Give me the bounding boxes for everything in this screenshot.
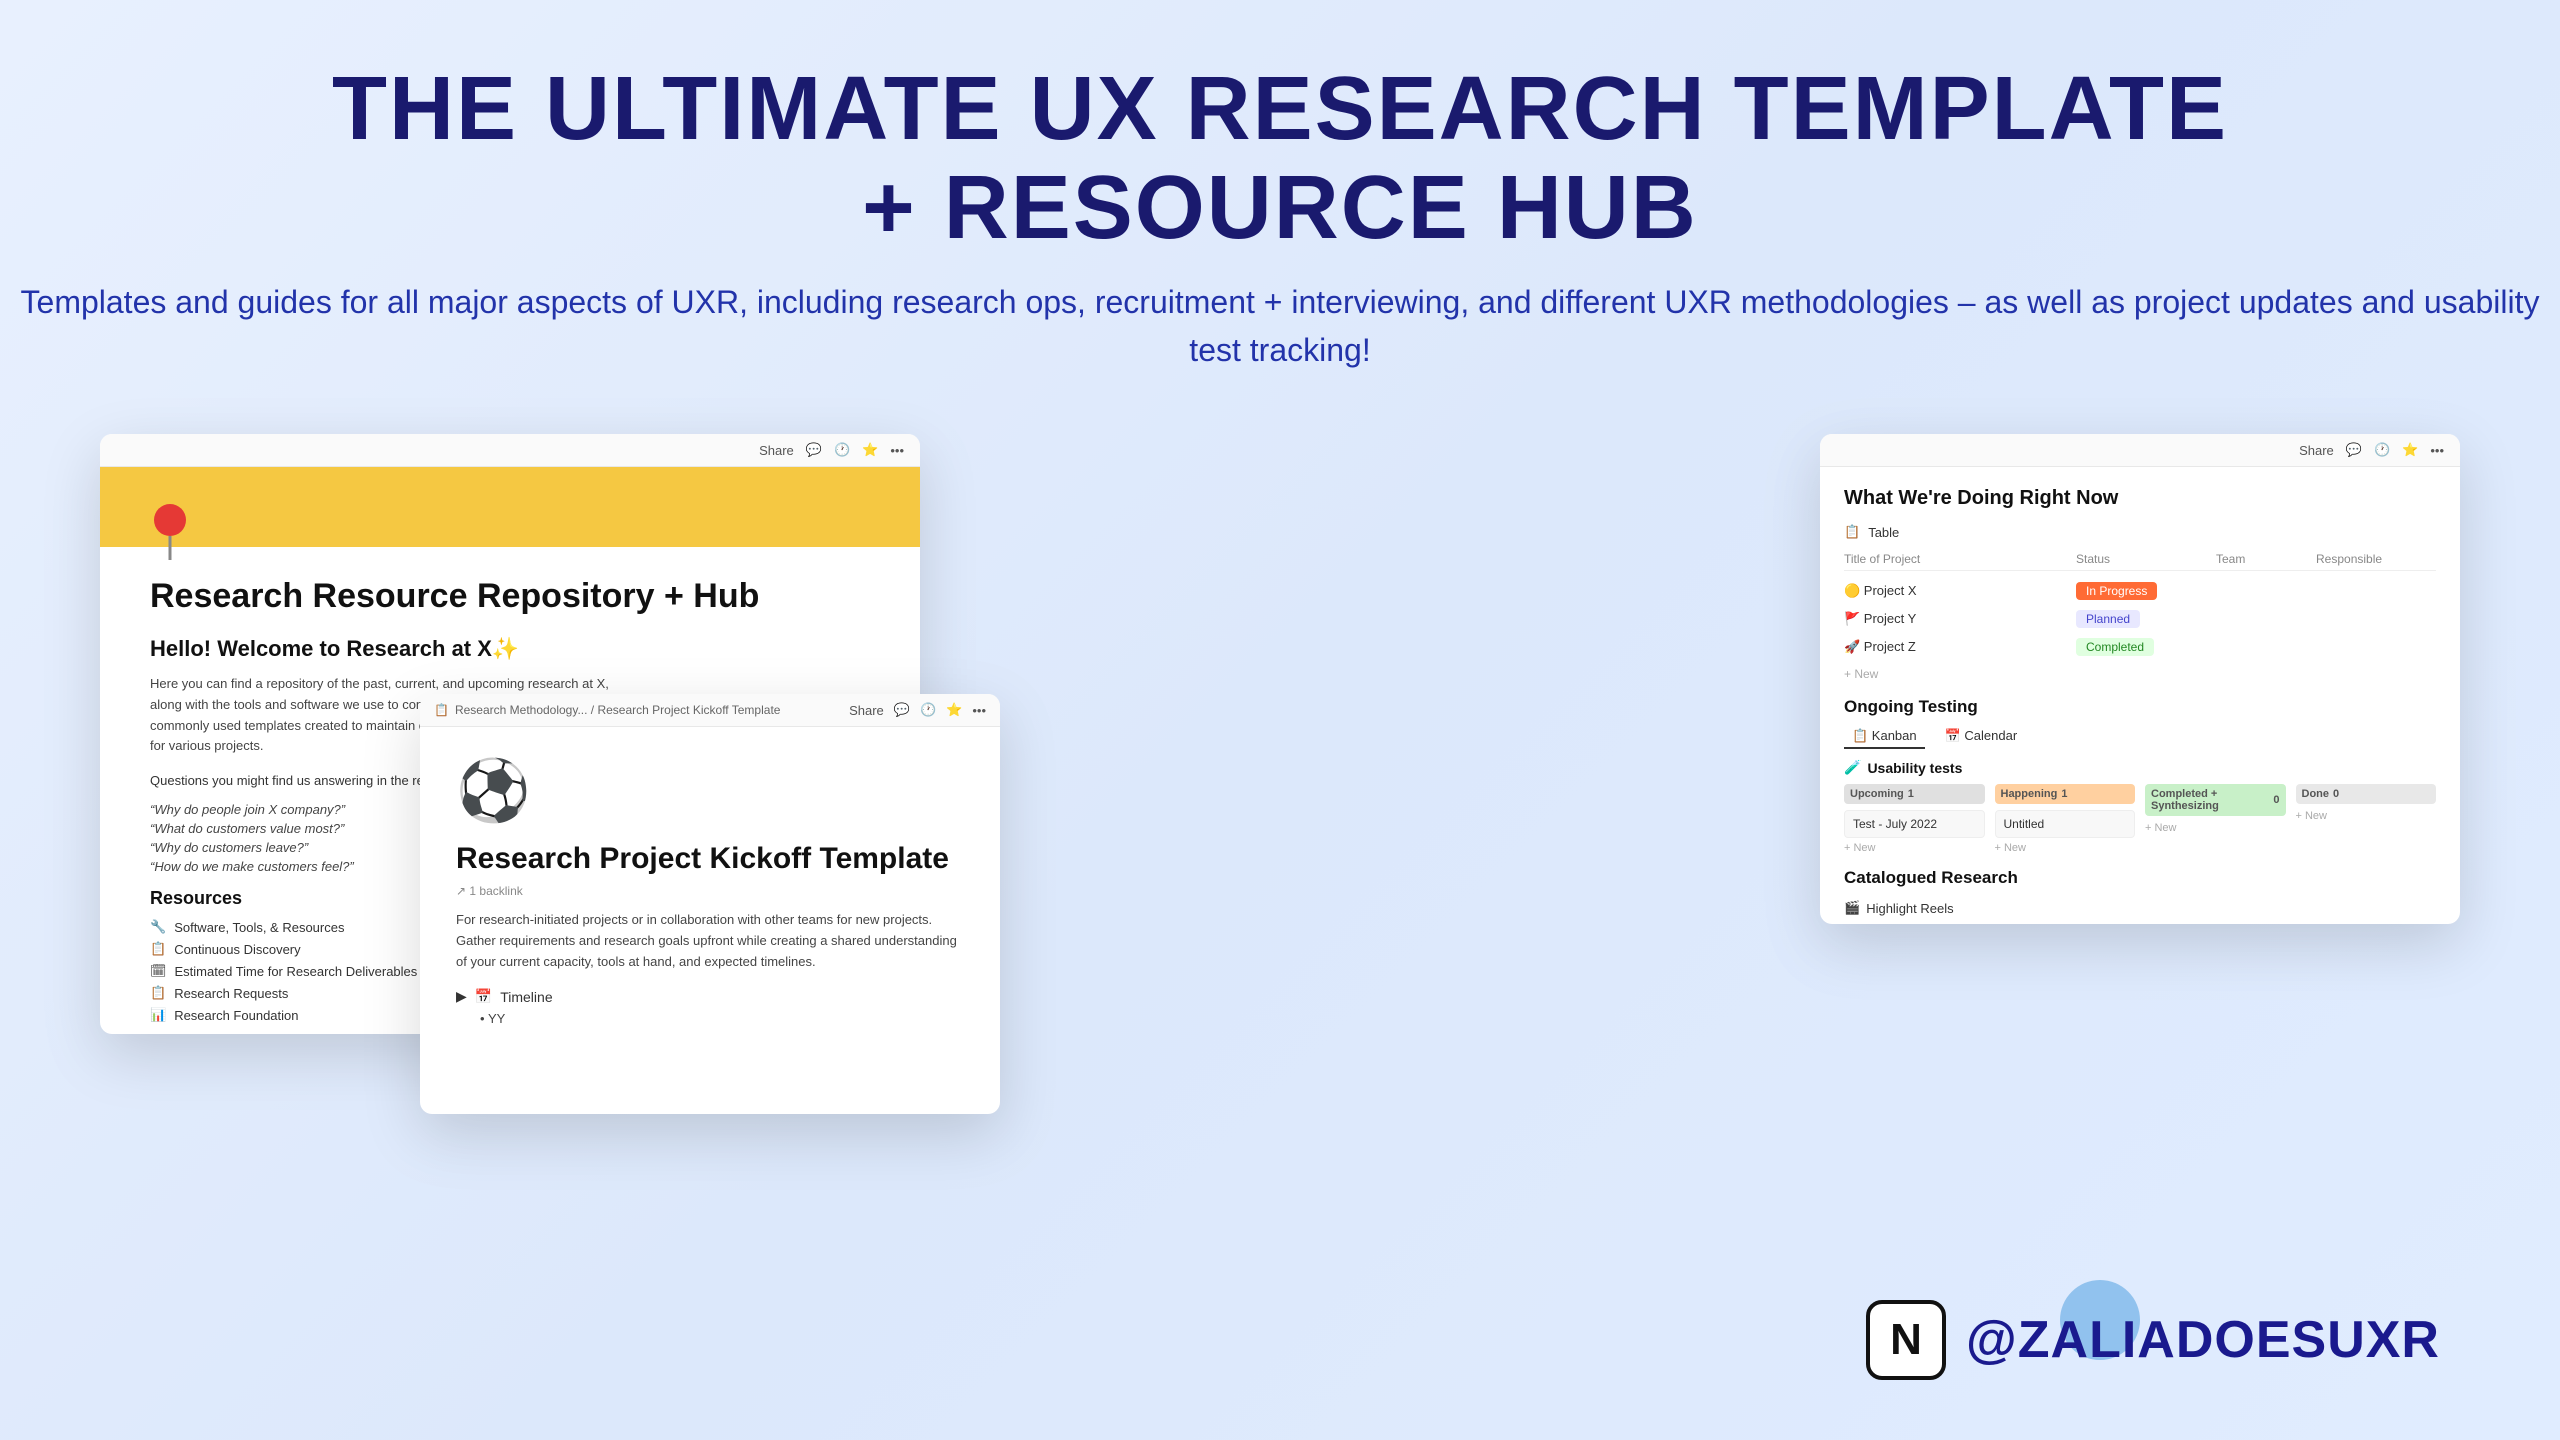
row1-title: 🟡 Project X: [1844, 583, 2076, 599]
win3-star-icon[interactable]: ⭐: [2402, 442, 2418, 458]
calendar-icon: 📅: [475, 988, 492, 1005]
tab-calendar[interactable]: 📅 Calendar: [1937, 725, 2026, 749]
win2-body: ⚽ Research Project Kickoff Template ↗ 1 …: [420, 727, 1000, 1046]
win1-pin: [150, 502, 190, 567]
win3-clock-icon[interactable]: 🕐: [2374, 442, 2390, 458]
kanban-add-synthesizing[interactable]: + New: [2145, 822, 2286, 834]
win3-section2-title: Ongoing Testing: [1844, 697, 2436, 717]
col-title: Title of Project: [1844, 552, 2076, 566]
win2-timeline: ▶ 📅 Timeline: [456, 988, 964, 1005]
win3-table-header: 📋 Table: [1844, 524, 2436, 540]
share-button[interactable]: Share: [759, 443, 794, 458]
branding: N @ZALIADOESUXR: [1866, 1300, 2440, 1380]
win2-breadcrumb: 📋 Research Methodology... / Research Pro…: [434, 703, 780, 717]
win2-toolbar: 📋 Research Methodology... / Research Pro…: [420, 694, 1000, 727]
cards-container: Share 💬 🕐 ⭐ ••• Research Resource Reposi…: [0, 414, 2560, 1054]
win2-backlink[interactable]: ↗ 1 backlink: [456, 884, 964, 898]
table-row[interactable]: 🟡 Project X In Progress: [1844, 577, 2436, 605]
col-status: Status: [2076, 552, 2216, 566]
soccer-ball-emoji: ⚽: [456, 755, 964, 826]
win3-share-button[interactable]: Share: [2299, 443, 2334, 458]
col-responsible: Responsible: [2316, 552, 2436, 566]
kanban-col-happening: Happening 1 Untitled + New: [1995, 784, 2136, 854]
kanban-header-synthesizing: Completed + Synthesizing 0: [2145, 784, 2286, 816]
table-row[interactable]: 🚩 Project Y Planned: [1844, 605, 2436, 633]
tab-kanban[interactable]: 📋 Kanban: [1844, 725, 1925, 749]
kanban-header-happening: Happening 1: [1995, 784, 2136, 804]
win3-toolbar: Share 💬 🕐 ⭐ •••: [1820, 434, 2460, 467]
win3-section1-title: What We're Doing Right Now: [1844, 487, 2436, 510]
clock-icon[interactable]: 🕐: [834, 442, 850, 458]
notion-logo: N: [1866, 1300, 1946, 1380]
win3-comment-icon[interactable]: 💬: [2346, 442, 2362, 458]
row1-status: In Progress: [2076, 582, 2157, 600]
row3-title: 🚀 Project Z: [1844, 639, 2076, 655]
table-icon: 📋: [1844, 524, 1860, 540]
kanban-add-happening[interactable]: + New: [1995, 842, 2136, 854]
timeline-item: • YY: [480, 1011, 964, 1026]
header: THE ULTIMATE UX RESEARCH TEMPLATE + RESO…: [0, 0, 2560, 414]
win3-usability-title: 🧪 Usability tests: [1844, 759, 2436, 776]
win3-more-icon[interactable]: •••: [2430, 443, 2444, 458]
kanban-add-done[interactable]: + New: [2296, 810, 2437, 822]
col-team: Team: [2216, 552, 2316, 566]
kanban-card-test[interactable]: Test - July 2022: [1844, 810, 1985, 838]
branding-handle: @ZALIADOESUXR: [1966, 1310, 2440, 1370]
kanban-col-synthesizing: Completed + Synthesizing 0 + New: [2145, 784, 2286, 854]
header-subtitle: Templates and guides for all major aspec…: [20, 278, 2540, 374]
catalogued-item-2[interactable]: 📊Surveys: [1844, 920, 2436, 924]
breadcrumb-icon: 📋: [434, 703, 449, 717]
usability-icon: 🧪: [1844, 759, 1861, 776]
win3-catalogued: Catalogued Research 🎬Highlight Reels 📊Su…: [1844, 868, 2436, 924]
table-row[interactable]: 🚀 Project Z Completed: [1844, 633, 2436, 661]
row2-title: 🚩 Project Y: [1844, 611, 2076, 627]
row2-status: Planned: [2076, 610, 2140, 628]
kanban-card-untitled[interactable]: Untitled: [1995, 810, 2136, 838]
header-title: THE ULTIMATE UX RESEARCH TEMPLATE + RESO…: [20, 60, 2540, 258]
win2-comment-icon[interactable]: 💬: [894, 702, 910, 718]
win1-toolbar: Share 💬 🕐 ⭐ •••: [100, 434, 920, 467]
kanban-header-upcoming: Upcoming 1: [1844, 784, 1985, 804]
kanban-add-upcoming[interactable]: + New: [1844, 842, 1985, 854]
win2-page-title: Research Project Kickoff Template: [456, 842, 964, 876]
win1-page-title: Research Resource Repository + Hub: [150, 577, 870, 616]
catalogued-item-1[interactable]: 🎬Highlight Reels: [1844, 896, 2436, 920]
table-label: Table: [1868, 525, 1899, 540]
win1-banner: [100, 467, 920, 547]
row3-status: Completed: [2076, 638, 2154, 656]
win3-catalogued-title: Catalogued Research: [1844, 868, 2436, 888]
win3-kanban: Upcoming 1 Test - July 2022 + New Happen…: [1844, 784, 2436, 854]
triangle-icon: ▶: [456, 988, 467, 1005]
win3-section2: Ongoing Testing 📋 Kanban 📅 Calendar 🧪 Us…: [1844, 697, 2436, 854]
win3-table-cols: Title of Project Status Team Responsible: [1844, 548, 2436, 571]
star-icon[interactable]: ⭐: [862, 442, 878, 458]
win1-greeting: Hello! Welcome to Research at X✨: [150, 636, 870, 662]
win2-clock-icon[interactable]: 🕐: [920, 702, 936, 718]
kanban-col-done: Done 0 + New: [2296, 784, 2437, 854]
kanban-col-upcoming: Upcoming 1 Test - July 2022 + New: [1844, 784, 1985, 854]
comment-icon[interactable]: 💬: [806, 442, 822, 458]
win2-description: For research-initiated projects or in co…: [456, 910, 964, 972]
win2-share-button[interactable]: Share: [849, 703, 884, 718]
win3-body: What We're Doing Right Now 📋 Table Title…: [1820, 467, 2460, 924]
window-middle: 📋 Research Methodology... / Research Pro…: [420, 694, 1000, 1114]
win3-view-tabs: 📋 Kanban 📅 Calendar: [1844, 725, 2436, 749]
more-icon[interactable]: •••: [890, 443, 904, 458]
win2-more-icon[interactable]: •••: [972, 703, 986, 718]
add-row-button[interactable]: + New: [1844, 667, 2436, 681]
window-right: Share 💬 🕐 ⭐ ••• What We're Doing Right N…: [1820, 434, 2460, 924]
kanban-header-done: Done 0: [2296, 784, 2437, 804]
timeline-label: Timeline: [500, 989, 552, 1005]
win2-star-icon[interactable]: ⭐: [946, 702, 962, 718]
